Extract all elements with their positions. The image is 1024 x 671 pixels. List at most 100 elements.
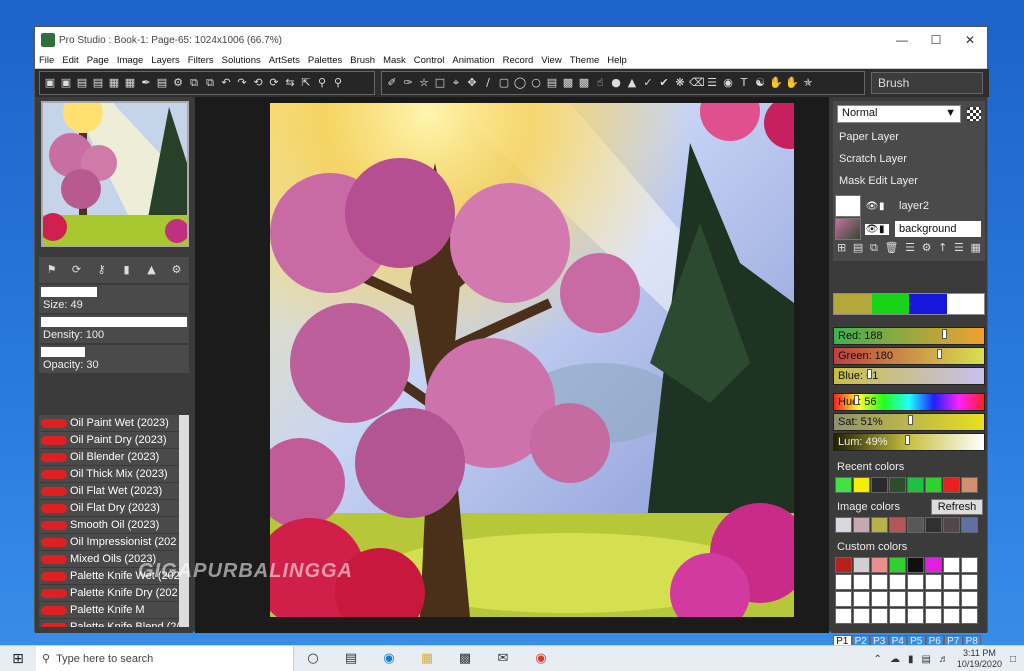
- copy-icon[interactable]: ⧉: [187, 76, 201, 90]
- brush-list-item[interactable]: Palette Knife Blend (2(: [39, 619, 189, 627]
- brush-list-item[interactable]: Palette Knife Dry (202: [39, 585, 189, 602]
- color-swatch[interactable]: [907, 591, 924, 607]
- color-swatch[interactable]: [871, 591, 888, 607]
- grab-icon[interactable]: ✋: [785, 76, 799, 90]
- color-swatch[interactable]: [925, 591, 942, 607]
- color-swatch[interactable]: [925, 517, 942, 533]
- color-swatch[interactable]: [961, 591, 978, 607]
- color-swatch[interactable]: [871, 608, 888, 624]
- save-as-icon[interactable]: ▣: [59, 76, 73, 90]
- brush-list-item[interactable]: Oil Flat Dry (2023): [39, 500, 189, 517]
- color-swatch[interactable]: [835, 608, 852, 624]
- color-swatch[interactable]: [835, 591, 852, 607]
- color-swatch[interactable]: [943, 517, 960, 533]
- mask-edit-layer-option[interactable]: Mask Edit Layer: [839, 175, 918, 187]
- settings-icon[interactable]: ⚙: [171, 76, 185, 90]
- page-icon[interactable]: ▮: [120, 263, 134, 277]
- pattern-icon[interactable]: ▩: [561, 76, 575, 90]
- menu-layers[interactable]: Layers: [147, 55, 184, 66]
- rotate-left-icon[interactable]: ⟲: [251, 76, 265, 90]
- ellipse-icon[interactable]: ◯: [513, 76, 527, 90]
- green-slider[interactable]: Green: 180: [833, 347, 985, 365]
- title-bar[interactable]: Pro Studio : Book-1: Page-65: 1024x1006 …: [35, 27, 987, 53]
- rectangle-icon[interactable]: ▢: [497, 76, 511, 90]
- blue-slider-handle[interactable]: [867, 369, 872, 379]
- color-swatch[interactable]: [889, 591, 906, 607]
- hue-slider[interactable]: Hue: 56: [833, 393, 985, 411]
- color-swatch[interactable]: [943, 557, 960, 573]
- mail-icon[interactable]: ✉: [484, 651, 522, 666]
- color-swatch[interactable]: [943, 608, 960, 624]
- import-icon[interactable]: ▦: [123, 76, 137, 90]
- color-swatch[interactable]: [907, 574, 924, 590]
- gradient-icon[interactable]: ▤: [545, 76, 559, 90]
- size-slider[interactable]: Size: 49: [39, 285, 189, 313]
- zoom-in-icon[interactable]: ⚲: [315, 76, 329, 90]
- windows-start-icon[interactable]: ⊞: [0, 651, 36, 667]
- menu-control[interactable]: Control: [410, 55, 449, 66]
- blend-mode-select[interactable]: Normal ▼: [837, 105, 961, 123]
- store-icon[interactable]: ▩: [446, 651, 484, 666]
- hue-slider-handle[interactable]: [854, 395, 859, 405]
- color-swatch[interactable]: [907, 608, 924, 624]
- rotate-right-icon[interactable]: ⟳: [267, 76, 281, 90]
- menu-palettes[interactable]: Palettes: [304, 55, 346, 66]
- sharpen-icon[interactable]: ▲: [625, 76, 639, 90]
- menu-view[interactable]: View: [537, 55, 565, 66]
- layer-row-background[interactable]: 👁 ▮ background: [835, 218, 981, 240]
- duplicate-layer-icon[interactable]: ⧉: [870, 241, 878, 255]
- clock[interactable]: 3:11 PM 10/19/2020: [957, 648, 1002, 670]
- lock-icon[interactable]: ▮: [879, 201, 889, 212]
- eraser-icon[interactable]: ⌫: [689, 76, 705, 90]
- red-slider-handle[interactable]: [942, 329, 947, 339]
- menu-theme[interactable]: Theme: [566, 55, 604, 66]
- color-swatch[interactable]: [889, 574, 906, 590]
- select-icon[interactable]: □: [433, 76, 447, 90]
- scratch-layer-option[interactable]: Scratch Layer: [839, 153, 907, 165]
- menu-brush[interactable]: Brush: [346, 55, 379, 66]
- new-page-icon[interactable]: ▤: [75, 76, 89, 90]
- color-swatch[interactable]: [925, 574, 942, 590]
- color-swatch[interactable]: [835, 574, 852, 590]
- brush-list-item[interactable]: Oil Thick Mix (2023): [39, 466, 189, 483]
- brush-load-icon[interactable]: ▲: [145, 263, 159, 277]
- import-layer-icon[interactable]: ▤: [853, 241, 863, 255]
- menu-artsets[interactable]: ArtSets: [265, 55, 304, 66]
- color-swatch[interactable]: [907, 477, 924, 493]
- camera-icon[interactable]: ◉: [721, 76, 735, 90]
- menu-record[interactable]: Record: [499, 55, 538, 66]
- text-icon[interactable]: T: [737, 76, 751, 90]
- color-swatch[interactable]: [889, 477, 906, 493]
- color-swatch[interactable]: [835, 557, 852, 573]
- lum-slider[interactable]: Lum: 49%: [833, 433, 985, 451]
- clone-icon[interactable]: ✓: [641, 76, 655, 90]
- color-swatch[interactable]: [961, 517, 978, 533]
- flip-icon[interactable]: ⇆: [283, 76, 297, 90]
- widgets-icon[interactable]: ▤: [332, 651, 370, 666]
- painting-canvas[interactable]: [270, 103, 794, 617]
- network-icon[interactable]: ▤: [921, 654, 930, 665]
- white-color-swatch[interactable]: [946, 294, 984, 314]
- color-swatch[interactable]: [853, 557, 870, 573]
- minimize-button[interactable]: —: [885, 33, 919, 47]
- brush-list-item[interactable]: Oil Impressionist (202: [39, 534, 189, 551]
- line-icon[interactable]: ∕: [481, 76, 495, 90]
- color-swatch[interactable]: [907, 517, 924, 533]
- blur-icon[interactable]: ●: [609, 76, 623, 90]
- color-swatch[interactable]: [835, 517, 852, 533]
- transparency-icon[interactable]: [967, 107, 981, 121]
- opacity-slider[interactable]: Opacity: 30: [39, 345, 189, 373]
- color-swatch[interactable]: [871, 574, 888, 590]
- menu-edit[interactable]: Edit: [58, 55, 82, 66]
- color-swatch[interactable]: [889, 608, 906, 624]
- color-swatch[interactable]: [853, 591, 870, 607]
- redo-icon[interactable]: ↷: [235, 76, 249, 90]
- color-swatch[interactable]: [889, 517, 906, 533]
- merge-layer-icon[interactable]: ☰: [905, 241, 915, 255]
- paste-icon[interactable]: ⧉: [203, 76, 217, 90]
- menu-page[interactable]: Page: [83, 55, 113, 66]
- color-swatch[interactable]: [871, 557, 888, 573]
- color-swatch[interactable]: [871, 517, 888, 533]
- notification-icon[interactable]: □: [1010, 654, 1016, 665]
- smudge-icon[interactable]: ☝: [593, 76, 607, 90]
